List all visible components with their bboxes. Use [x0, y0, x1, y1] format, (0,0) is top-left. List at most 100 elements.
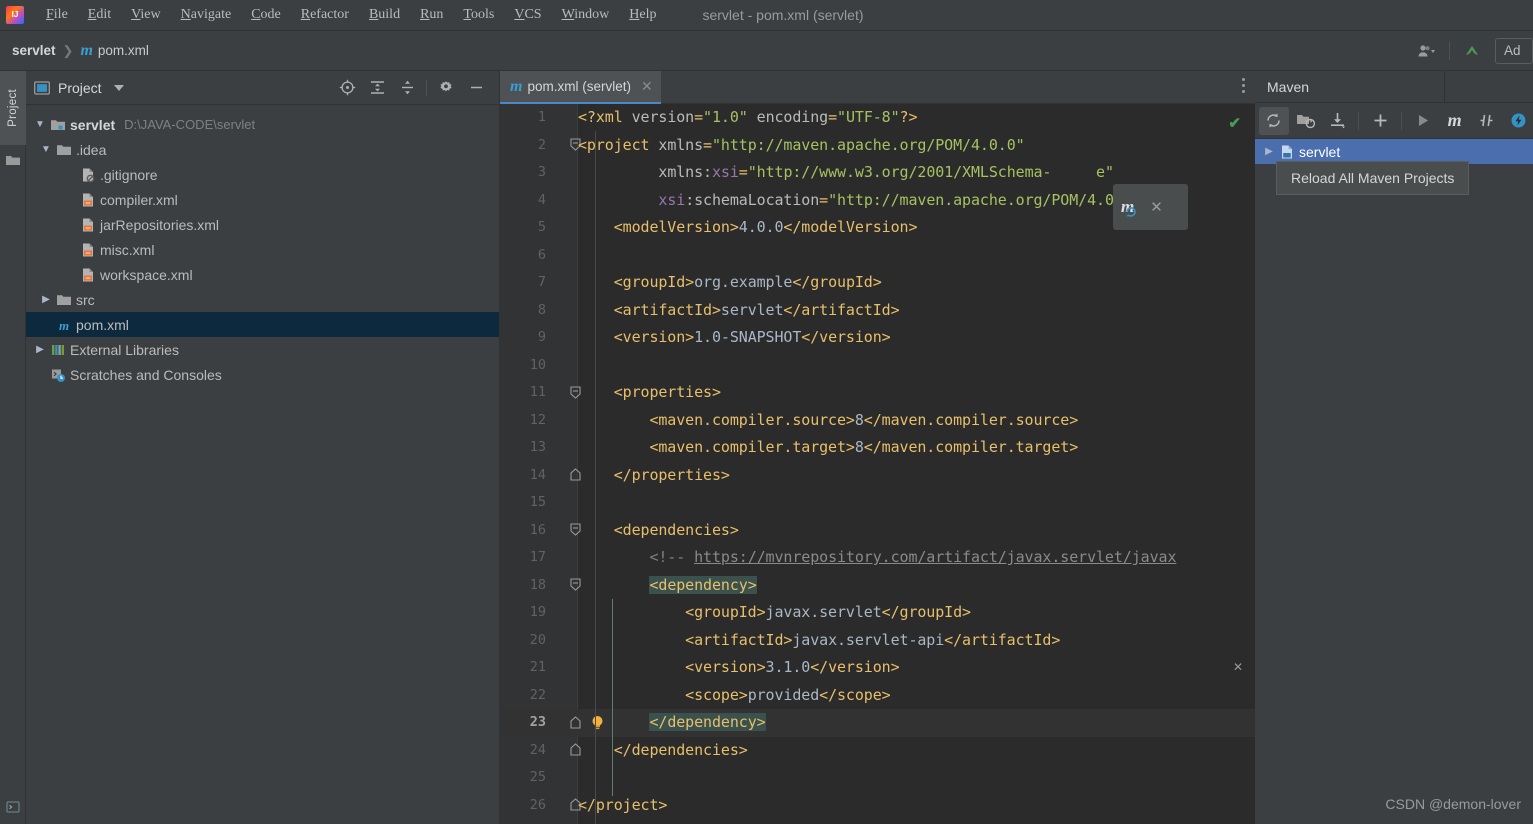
code-line-text: <project xmlns="http://maven.apache.org/…	[578, 135, 1025, 154]
code-line[interactable]: 22 <scope>provided</scope>	[500, 682, 1255, 710]
user-account-icon[interactable]	[1410, 38, 1444, 64]
chevron-down-icon[interactable]: ▼	[30, 119, 50, 130]
maven-m-icon: m	[59, 318, 69, 333]
code-line[interactable]: 16 <dependencies>	[500, 517, 1255, 545]
navigation-bar: servlet ❯ m pom.xml Ad	[0, 31, 1533, 71]
download-sources-icon[interactable]	[1323, 107, 1353, 135]
code-line[interactable]: 25	[500, 764, 1255, 792]
project-tree: ▼ servlet D:\JAVA-CODE\servlet ▼ .idea .gitig…	[26, 105, 499, 824]
folder-icon[interactable]	[5, 153, 21, 167]
code-line[interactable]: 17 <!-- https://mvnrepository.com/artifa…	[500, 544, 1255, 572]
menu-item-edit[interactable]: Edit	[78, 3, 121, 27]
libraries-icon	[52, 344, 64, 355]
code-line[interactable]: 10	[500, 352, 1255, 380]
add-maven-project-icon[interactable]	[1291, 107, 1321, 135]
code-line[interactable]: 1 <?xml version="1.0" encoding="UTF-8"?>	[500, 104, 1255, 132]
code-line[interactable]: 15	[500, 489, 1255, 517]
navbar-divider	[1449, 41, 1450, 60]
chevron-right-icon[interactable]: ▶	[1259, 146, 1279, 157]
menu-item-refactor[interactable]: Refactor	[291, 3, 359, 27]
add-icon[interactable]	[1365, 107, 1395, 135]
show-dependencies-icon[interactable]	[1503, 107, 1533, 135]
menu-item-file[interactable]: File	[36, 3, 78, 27]
code-line[interactable]: 20 <artifactId>javax.servlet-api</artifa…	[500, 627, 1255, 655]
code-line[interactable]: 12 <maven.compiler.source>8</maven.compi…	[500, 407, 1255, 435]
navbar-actions: Ad	[1410, 37, 1533, 64]
more-options-icon[interactable]	[1242, 78, 1245, 93]
execute-maven-goal-icon[interactable]: m	[1440, 107, 1470, 135]
code-viewport[interactable]: 1 <?xml version="1.0" encoding="UTF-8"?> 2…	[500, 104, 1255, 824]
menu-item-window[interactable]: Window	[552, 3, 620, 27]
chevron-right-icon[interactable]: ▶	[36, 294, 56, 305]
project-tree-item-scratches-and-consoles[interactable]: Scratches and Consoles	[26, 362, 499, 387]
stripe-tab-project[interactable]: Project	[0, 71, 26, 145]
vcs-update-arrow-icon[interactable]	[1455, 38, 1489, 64]
minimize-icon[interactable]	[461, 75, 491, 101]
reload-all-projects-icon[interactable]	[1259, 106, 1289, 135]
menu-item-tools[interactable]: Tools	[453, 3, 504, 27]
code-line[interactable]: 21 <version>3.1.0</version>	[500, 654, 1255, 682]
project-tree-item-jarrepositories-xml[interactable]: <> jarRepositories.xml	[26, 212, 499, 237]
project-tree-item-compiler-xml[interactable]: <> compiler.xml	[26, 187, 499, 212]
project-tree-item-workspace-xml[interactable]: <> workspace.xml	[26, 262, 499, 287]
project-tree-item-servlet[interactable]: ▼ servlet D:\JAVA-CODE\servlet	[26, 112, 499, 137]
editor-tab-label: pom.xml (servlet)	[527, 79, 631, 94]
project-tree-item-idea[interactable]: ▼ .idea	[26, 137, 499, 162]
project-tree-item-pom-xml[interactable]: m pom.xml	[26, 312, 499, 337]
code-line-text: <groupId>javax.servlet</groupId>	[578, 603, 971, 621]
code-line[interactable]: 7 <groupId>org.example</groupId>	[500, 269, 1255, 297]
chevron-right-icon[interactable]: ▶	[30, 344, 50, 355]
chevron-down-icon[interactable]: ▼	[36, 144, 56, 155]
menu-item-vcs[interactable]: VCS	[504, 3, 551, 27]
close-icon[interactable]: ✕	[641, 78, 653, 95]
code-line[interactable]: 8 <artifactId>servlet</artifactId>	[500, 297, 1255, 325]
code-line-text: <version>3.1.0</version>	[578, 658, 900, 676]
menu-item-run[interactable]: Run	[410, 3, 453, 27]
maven-reload-popup[interactable]: m ✕	[1113, 184, 1188, 230]
line-number: 16	[529, 521, 546, 538]
breadcrumb-file[interactable]: pom.xml	[98, 43, 149, 58]
window-title: servlet - pom.xml (servlet)	[702, 7, 864, 23]
code-line[interactable]: 24 </dependencies>	[500, 737, 1255, 765]
gear-icon[interactable]	[431, 75, 461, 101]
run-icon[interactable]	[1408, 107, 1438, 135]
breadcrumb-project[interactable]: servlet	[12, 43, 56, 58]
code-line[interactable]: 3 xmlns:xsi="http://www.w3.org/2001/XMLS…	[500, 159, 1255, 187]
menu-item-view[interactable]: View	[121, 3, 171, 27]
chevron-down-icon[interactable]	[113, 84, 124, 91]
inspection-status-ok-icon[interactable]: ✔	[1228, 114, 1241, 132]
menu-item-code[interactable]: Code	[241, 3, 291, 27]
project-tree-item-misc-xml[interactable]: <> misc.xml	[26, 237, 499, 262]
breadcrumb: servlet ❯ m pom.xml	[12, 42, 149, 60]
code-line[interactable]: 13 <maven.compiler.target>8</maven.compi…	[500, 434, 1255, 462]
collapse-all-icon[interactable]	[392, 75, 422, 101]
project-tree-item-external-libraries[interactable]: ▶ External Libraries	[26, 337, 499, 362]
maven-tab[interactable]: Maven	[1255, 70, 1445, 103]
line-number: 14	[529, 466, 546, 483]
code-line[interactable]: 18 <dependency>	[500, 572, 1255, 600]
code-line[interactable]: 14 </properties>	[500, 462, 1255, 490]
code-line[interactable]: 11 <properties>	[500, 379, 1255, 407]
maven-toolbar-divider	[1358, 111, 1360, 130]
terminal-icon[interactable]	[6, 800, 20, 814]
code-line[interactable]: 23 </dependency>	[500, 709, 1255, 737]
toolbar-divider	[426, 79, 427, 96]
project-tree-item-src[interactable]: ▶ src	[26, 287, 499, 312]
code-line[interactable]: 9 <version>1.0-SNAPSHOT</version>	[500, 324, 1255, 352]
code-line[interactable]: 19 <groupId>javax.servlet</groupId>	[500, 599, 1255, 627]
close-icon[interactable]: ✕	[1150, 198, 1163, 216]
editor-tab-pom-xml[interactable]: m pom.xml (servlet) ✕	[500, 71, 661, 104]
expand-all-icon[interactable]	[362, 75, 392, 101]
line-number: 3	[537, 164, 546, 180]
toggle-skip-tests-icon[interactable]	[1471, 107, 1501, 135]
code-line[interactable]: 2 <project xmlns="http://maven.apache.org…	[500, 132, 1255, 160]
menu-item-navigate[interactable]: Navigate	[171, 3, 242, 27]
maven-reload-icon[interactable]: m	[1121, 197, 1136, 217]
code-line[interactable]: 26 </project>	[500, 792, 1255, 820]
locate-in-tree-icon[interactable]	[332, 75, 362, 101]
add-configuration-button[interactable]: Ad	[1495, 37, 1533, 64]
menu-item-build[interactable]: Build	[359, 3, 410, 27]
menu-item-help[interactable]: Help	[619, 3, 666, 27]
project-tree-item-gitignore[interactable]: .gitignore	[26, 162, 499, 187]
code-line[interactable]: 6	[500, 242, 1255, 270]
